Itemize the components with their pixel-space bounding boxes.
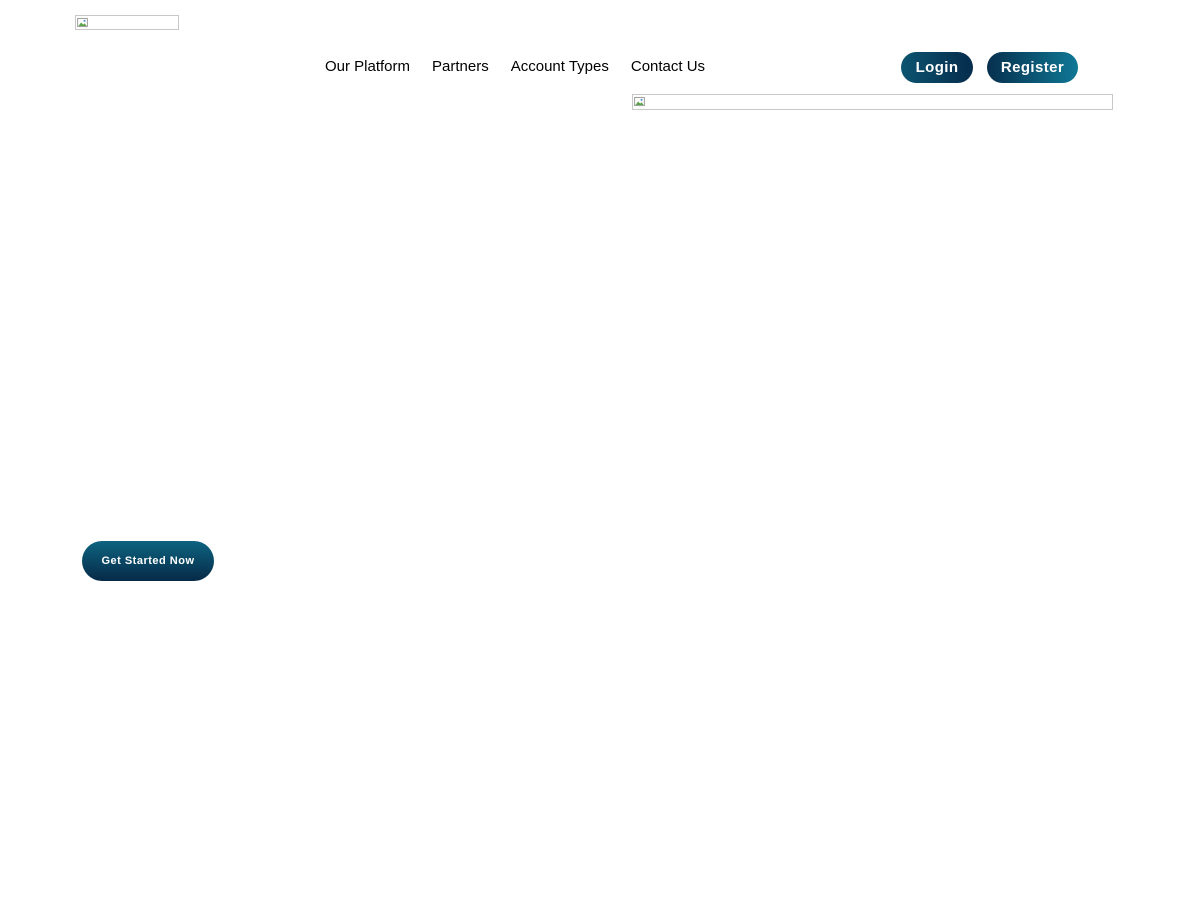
nav-link-contact-us[interactable]: Contact Us [631,57,705,77]
broken-image-icon [634,96,645,107]
get-started-button[interactable]: Get Started Now [82,541,214,581]
nav-link-partners[interactable]: Partners [432,57,489,77]
login-button[interactable]: Login [901,52,973,83]
site-logo[interactable] [75,15,179,30]
nav-link-our-platform[interactable]: Our Platform [325,57,410,77]
main-nav: Our Platform Partners Account Types Cont… [325,57,705,77]
hero-image [632,94,1113,110]
nav-link-account-types[interactable]: Account Types [511,57,609,77]
register-button[interactable]: Register [987,52,1078,83]
broken-image-icon [77,17,88,28]
